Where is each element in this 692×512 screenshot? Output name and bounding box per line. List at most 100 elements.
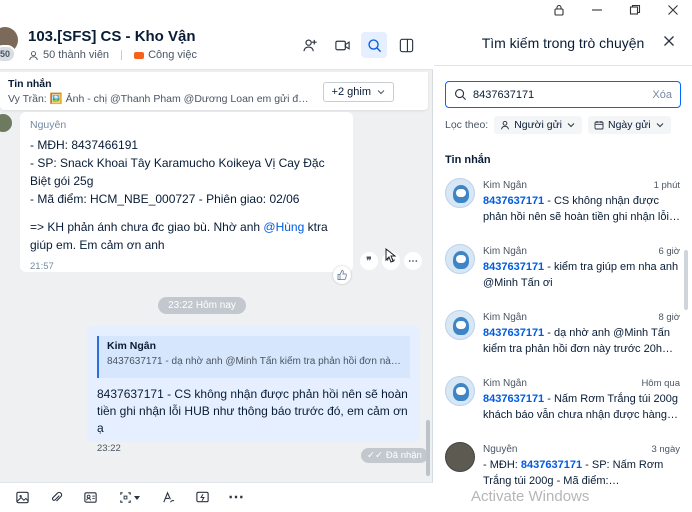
tag-label[interactable]: Công việc [134,49,197,61]
group-avatar[interactable]: 50 [0,23,22,67]
search-panel: Tìm kiếm trong trò chuyện Xóa Lọc theo: … [434,20,692,512]
section-heading: Tin nhắn [445,154,491,166]
scrollbar[interactable] [426,420,430,476]
activation-watermark: Activate Windows [471,488,590,505]
more-icon: ⋯ [228,488,244,506]
pinned-body: Vy Trần: 🖼️ Ảnh - chị @Thanh Pham @Dương… [8,92,313,105]
urgent-button[interactable] [192,488,212,508]
pinned-title: Tin nhắn [8,77,52,90]
quote-button[interactable]: ❞ [360,252,378,270]
message-line: - MĐH: 8437466191 [30,138,139,152]
quote-text: 8437637171 - dạ nhờ anh @Minh Tấn kiểm t… [107,356,402,367]
chat-header: 50 103.[SFS] CS - Kho Vận 50 thành viên … [0,20,433,70]
lightning-icon [195,491,209,503]
tag-icon [134,51,145,59]
chat-panel: 50 103.[SFS] CS - Kho Vận 50 thành viên … [0,20,433,512]
composer-toolbar: ⋯ [0,482,433,512]
filter-sender-label: Người gửi [514,119,562,131]
message-line: - Mã điểm: HCM_NBE_000727 - Phiên giao: … [30,192,300,206]
search-title: Tìm kiếm trong trò chuyện [481,34,645,51]
clear-button[interactable]: Xóa [652,89,672,101]
more-options-button[interactable]: ⋯ [226,488,246,508]
chevron-down-icon [133,495,140,500]
status-badge: ✓✓ Đã nhận [361,448,428,463]
members-label: 50 thành viên [43,49,110,61]
search-field: Xóa [445,81,681,108]
add-member-button[interactable] [297,32,323,58]
lock-icon[interactable] [540,0,578,20]
avatar [445,376,475,406]
result-highlight: 8437637171 [483,195,545,207]
date-separator: 23:22 Hôm nay [158,297,246,314]
result-prefix: - MĐH: [483,459,521,471]
list-item[interactable]: Kim Ngân Hôm qua 8437637171 - Nấm Rơm Tr… [434,372,692,438]
minimize-button[interactable] [578,0,616,20]
mention-link[interactable]: @Hùng [263,220,304,234]
result-time: Hôm qua [641,378,680,389]
double-check-icon: ✓✓ [367,450,383,461]
screenshot-button[interactable] [114,488,144,508]
close-window-button[interactable] [654,0,692,20]
calendar-icon [594,121,604,130]
status-text: Đã nhận [385,450,422,461]
members-link[interactable]: 50 thành viên [28,49,109,61]
contact-card-button[interactable] [80,488,100,508]
filter-date-dropdown[interactable]: Ngày gửi [588,116,671,134]
search-icon [455,89,467,101]
close-icon[interactable] [662,34,676,48]
screenshot-icon [119,492,131,503]
reaction-button[interactable] [333,266,351,284]
sticker-button[interactable] [12,488,32,508]
filter-sender-dropdown[interactable]: Người gửi [494,116,582,134]
mouse-cursor-icon [385,248,397,263]
result-snippet: 8437637171 - CS không nhận được phản hồi… [483,194,681,225]
result-snippet: 8437637171 - kiểm tra giúp em nha anh @M… [483,260,681,291]
chevron-down-icon [656,123,663,128]
result-sender: Kim Ngân [483,180,527,191]
thumbs-up-icon [337,270,347,280]
search-header: Tìm kiếm trong trò chuyện [434,20,692,66]
incoming-message[interactable]: Nguyên - MĐH: 8437466191 - SP: Snack Kho… [20,112,353,272]
message-text: 8437637171 - CS không nhận được phản hồi… [97,387,408,435]
format-text-button[interactable] [158,488,178,508]
list-item[interactable]: Kim Ngân 8 giờ 8437637171 - dạ nhờ anh @… [434,306,692,372]
result-snippet: 8437637171 - dạ nhờ anh @Minh Tấn kiểm t… [483,326,681,357]
avatar [445,244,475,274]
message-time: 21:57 [30,261,54,272]
result-highlight: 8437637171 [483,327,545,339]
request-prefix: => KH phản ánh chưa đc giao bù. Nhờ anh [30,220,264,234]
message-request: => KH phản ánh chưa đc giao bù. Nhờ anh … [30,218,343,254]
scrollbar[interactable] [684,250,688,310]
result-time: 8 giờ [658,312,680,323]
result-snippet: - MĐH: 8437637171 - SP: Nấm Rơm Trắng tú… [483,458,681,489]
avatar [445,310,475,340]
attach-button[interactable] [46,488,66,508]
member-count-badge: 50 [0,44,16,63]
list-item[interactable]: Kim Ngân 6 giờ 8437637171 - kiểm tra giú… [434,240,692,306]
more-pins-button[interactable]: +2 ghim [322,82,394,102]
filter-row: Lọc theo: Người gửi Ngày gửi [445,116,671,134]
sender-avatar[interactable] [0,114,12,132]
search-results-list: Kim Ngân 1 phút 8437637171 - CS không nh… [434,174,692,504]
avatar [445,442,475,472]
outgoing-message[interactable]: Kim Ngân 8437637171 - dạ nhờ anh @Minh T… [87,326,420,454]
video-icon [334,40,350,50]
pinned-message-bar[interactable]: Tin nhắn Vy Trần: 🖼️ Ảnh - chị @Thanh Ph… [0,72,428,110]
more-button[interactable]: ⋯ [404,252,422,270]
result-highlight: 8437637171 [483,261,545,273]
chat-title[interactable]: 103.[SFS] CS - Kho Vận [28,28,197,45]
divider [121,50,123,60]
restore-button[interactable] [616,0,654,20]
result-sender: Kim Ngân [483,312,527,323]
tag-text: Công việc [148,49,197,61]
search-button[interactable] [361,32,387,58]
more-pins-label: +2 ghim [331,86,371,98]
toggle-panel-button[interactable] [393,32,419,58]
search-input[interactable] [473,88,633,101]
result-sender: Kim Ngân [483,246,527,257]
quoted-message[interactable]: Kim Ngân 8437637171 - dạ nhờ anh @Minh T… [97,336,410,378]
list-item[interactable]: Kim Ngân 1 phút 8437637171 - CS không nh… [434,174,692,240]
quote-sender: Kim Ngân [107,340,157,352]
video-call-button[interactable] [329,32,355,58]
contact-card-icon [83,492,97,503]
